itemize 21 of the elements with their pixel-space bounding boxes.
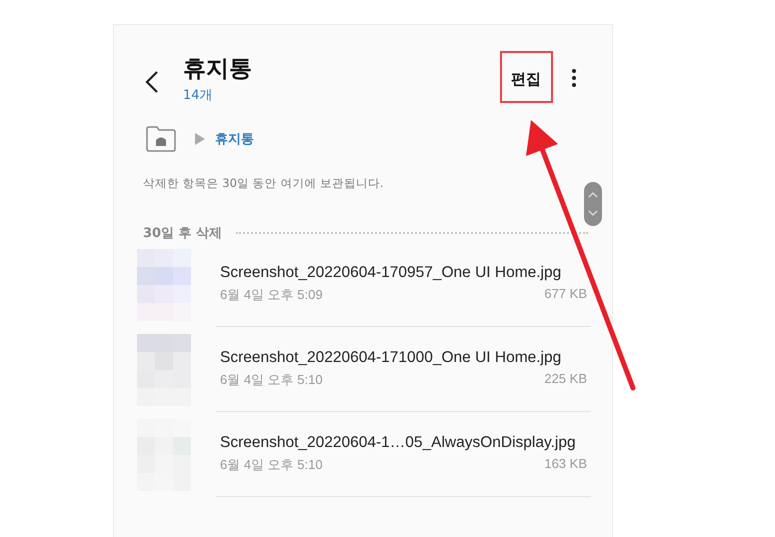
file-size: 163 KB bbox=[544, 456, 587, 473]
file-name: Screenshot_20220604-1…05_AlwaysOnDisplay.jpg bbox=[220, 434, 577, 452]
file-size: 677 KB bbox=[544, 286, 587, 303]
edit-button[interactable]: 편집 bbox=[511, 70, 541, 89]
file-name: Screenshot_20220604-171000_One UI Home.jpg bbox=[220, 349, 562, 367]
breadcrumb-link[interactable]: 휴지통 bbox=[215, 130, 254, 148]
item-count: 14개 bbox=[183, 87, 214, 104]
file-date: 6월 4일 오후 5:10 bbox=[220, 456, 323, 474]
file-date: 6월 4일 오후 5:09 bbox=[220, 286, 323, 304]
page-title: 휴지통 bbox=[183, 55, 253, 84]
chevron-icon bbox=[195, 133, 205, 145]
scroll-handle[interactable] bbox=[584, 182, 602, 226]
back-icon[interactable] bbox=[145, 70, 159, 94]
file-date: 6월 4일 오후 5:10 bbox=[220, 371, 323, 389]
section-header: 30일 후 삭제 bbox=[143, 225, 222, 242]
home-folder-icon[interactable] bbox=[145, 125, 177, 153]
file-size: 225 KB bbox=[544, 371, 587, 388]
highlight-box bbox=[500, 51, 553, 103]
more-icon[interactable] bbox=[572, 69, 576, 87]
file-name: Screenshot_20220604-170957_One UI Home.jpg bbox=[220, 264, 562, 282]
notice-text: 삭제한 항목은 30일 동안 여기에 보관됩니다. bbox=[142, 175, 385, 191]
